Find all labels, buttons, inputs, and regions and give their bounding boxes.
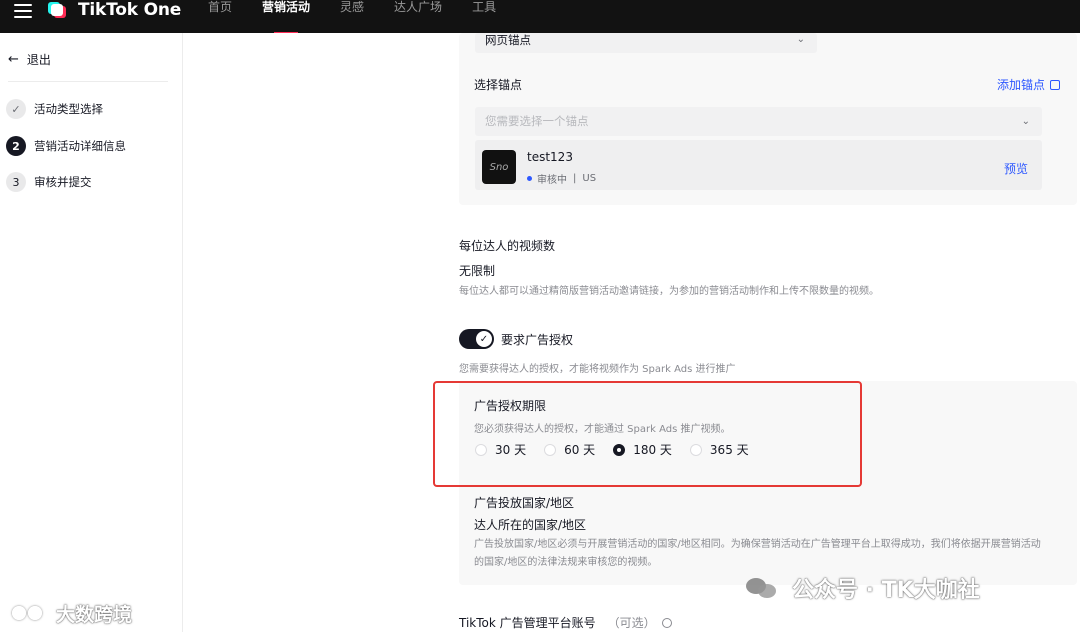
add-anchor-link[interactable]: 添加锚点 <box>997 76 1061 93</box>
step-label: 活动类型选择 <box>34 102 103 116</box>
radio-label: 365 天 <box>709 443 749 457</box>
add-anchor-text: 添加锚点 <box>997 78 1046 92</box>
ad-region-title: 广告投放国家/地区 <box>474 496 575 510</box>
videos-per-creator-desc: 每位达人都可以通过精简版营销活动邀请链接，为参加的营销活动制作和上传不限数量的视… <box>459 286 879 297</box>
status-dot-icon <box>527 176 532 181</box>
radio-60-days[interactable]: 60 天 <box>544 441 595 458</box>
status-separator: | <box>573 173 577 184</box>
anchor-name: test123 <box>527 150 573 164</box>
radio-circle <box>475 443 487 456</box>
auth-period-title: 广告授权期限 <box>474 399 547 413</box>
chevron-down-icon: ⌄ <box>1021 116 1030 127</box>
anchor-status: 审核中 | US <box>527 171 596 186</box>
anchor-type-select[interactable]: 网页锚点 ⌄ <box>475 33 817 53</box>
anchor-item: Sno test123 审核中 | US 预览 <box>475 140 1042 190</box>
check-icon: ✓ <box>476 331 492 347</box>
anchor-thumbnail: Sno <box>482 150 516 184</box>
videos-per-creator-title: 每位达人的视频数 <box>459 239 556 253</box>
tiktok-ads-label: TikTok 广告管理平台账号 <box>459 616 596 630</box>
exit-label: 退出 <box>26 53 51 67</box>
videos-per-creator-value: 无限制 <box>459 264 496 278</box>
step-campaign-details[interactable]: 2 营销活动详细信息 <box>6 136 126 156</box>
radio-circle-selected <box>613 443 626 456</box>
brand-logo[interactable]: TikTok One <box>46 0 181 20</box>
tiktok-ads-account-label: TikTok 广告管理平台账号 （可选） <box>459 614 672 631</box>
select-anchor-label: 选择锚点 <box>474 78 523 92</box>
auth-period-desc: 您必须获得达人的授权，才能通过 Spark Ads 推广视频。 <box>474 424 731 435</box>
info-icon[interactable] <box>661 617 672 628</box>
radio-label: 180 天 <box>633 443 672 457</box>
step-label: 审核并提交 <box>34 175 92 189</box>
sidebar-divider <box>8 81 168 82</box>
nav-home[interactable]: 首页 <box>208 0 232 26</box>
watermark-logo-icon <box>12 604 50 624</box>
radio-circle <box>544 443 557 456</box>
top-nav: 首页 营销活动 灵感 达人广场 工具 <box>208 0 526 34</box>
watermark-wechat: 公众号 · TK大咖社 <box>746 572 980 604</box>
step-review-submit[interactable]: 3 审核并提交 <box>6 172 92 192</box>
top-bar: TikTok One 首页 营销活动 灵感 达人广场 工具 <box>0 0 1080 34</box>
ad-region-desc-2: 的国家/地区的法律法规来审核您的视频。 <box>474 557 658 568</box>
nav-campaigns[interactable]: 营销活动 <box>262 0 310 34</box>
radio-circle <box>689 443 702 456</box>
anchor-select-placeholder: 您需要选择一个锚点 <box>485 114 589 128</box>
step-number: 3 <box>6 172 26 192</box>
anchor-type-value: 网页锚点 <box>485 33 531 47</box>
ad-auth-toggle-label: 要求广告授权 <box>501 333 574 347</box>
ad-region-value: 达人所在的国家/地区 <box>474 518 587 532</box>
nav-creator-marketplace[interactable]: 达人广场 <box>394 0 442 26</box>
step-activity-type[interactable]: ✓ 活动类型选择 <box>6 99 103 119</box>
menu-icon[interactable] <box>14 4 32 18</box>
radio-label: 30 天 <box>495 443 527 457</box>
anchor-region: US <box>582 173 597 184</box>
radio-180-days[interactable]: 180 天 <box>613 441 672 458</box>
nav-tools[interactable]: 工具 <box>472 0 496 26</box>
watermark-text: 大数跨境 <box>56 604 133 626</box>
ad-region-desc-1: 广告投放国家/地区必须与开展营销活动的国家/地区相同。为确保营销活动在广告管理平… <box>474 539 1041 550</box>
tiktok-logo-icon <box>46 0 72 20</box>
step-label: 营销活动详细信息 <box>34 139 126 153</box>
brand-name: TikTok One <box>78 0 182 20</box>
radio-30-days[interactable]: 30 天 <box>475 441 526 458</box>
check-icon: ✓ <box>6 99 26 119</box>
external-link-icon <box>1050 79 1061 90</box>
optional-tag: （可选） <box>607 616 656 630</box>
anchor-select[interactable]: 您需要选择一个锚点 ⌄ <box>475 107 1042 136</box>
arrow-left-icon: ← <box>8 52 19 67</box>
auth-period-options: 30 天 60 天 180 天 365 天 <box>475 441 767 458</box>
watermark-text: 公众号 · TK大咖社 <box>792 578 980 603</box>
preview-link[interactable]: 预览 <box>1004 160 1028 177</box>
nav-inspiration[interactable]: 灵感 <box>340 0 364 26</box>
radio-365-days[interactable]: 365 天 <box>689 441 749 458</box>
ad-auth-toggle[interactable]: ✓ <box>459 329 494 349</box>
radio-label: 60 天 <box>564 443 596 457</box>
anchor-status-text: 审核中 <box>537 175 567 186</box>
sidebar: ← 退出 ✓ 活动类型选择 2 营销活动详细信息 3 审核并提交 <box>0 33 183 632</box>
ad-auth-desc: 您需要获得达人的授权，才能将视频作为 Spark Ads 进行推广 <box>459 364 736 375</box>
watermark-brand: 大数跨境 <box>12 600 132 627</box>
chevron-down-icon: ⌄ <box>796 34 805 45</box>
exit-button[interactable]: ← 退出 <box>8 51 51 68</box>
step-number: 2 <box>6 136 26 156</box>
wechat-icon <box>746 576 778 600</box>
